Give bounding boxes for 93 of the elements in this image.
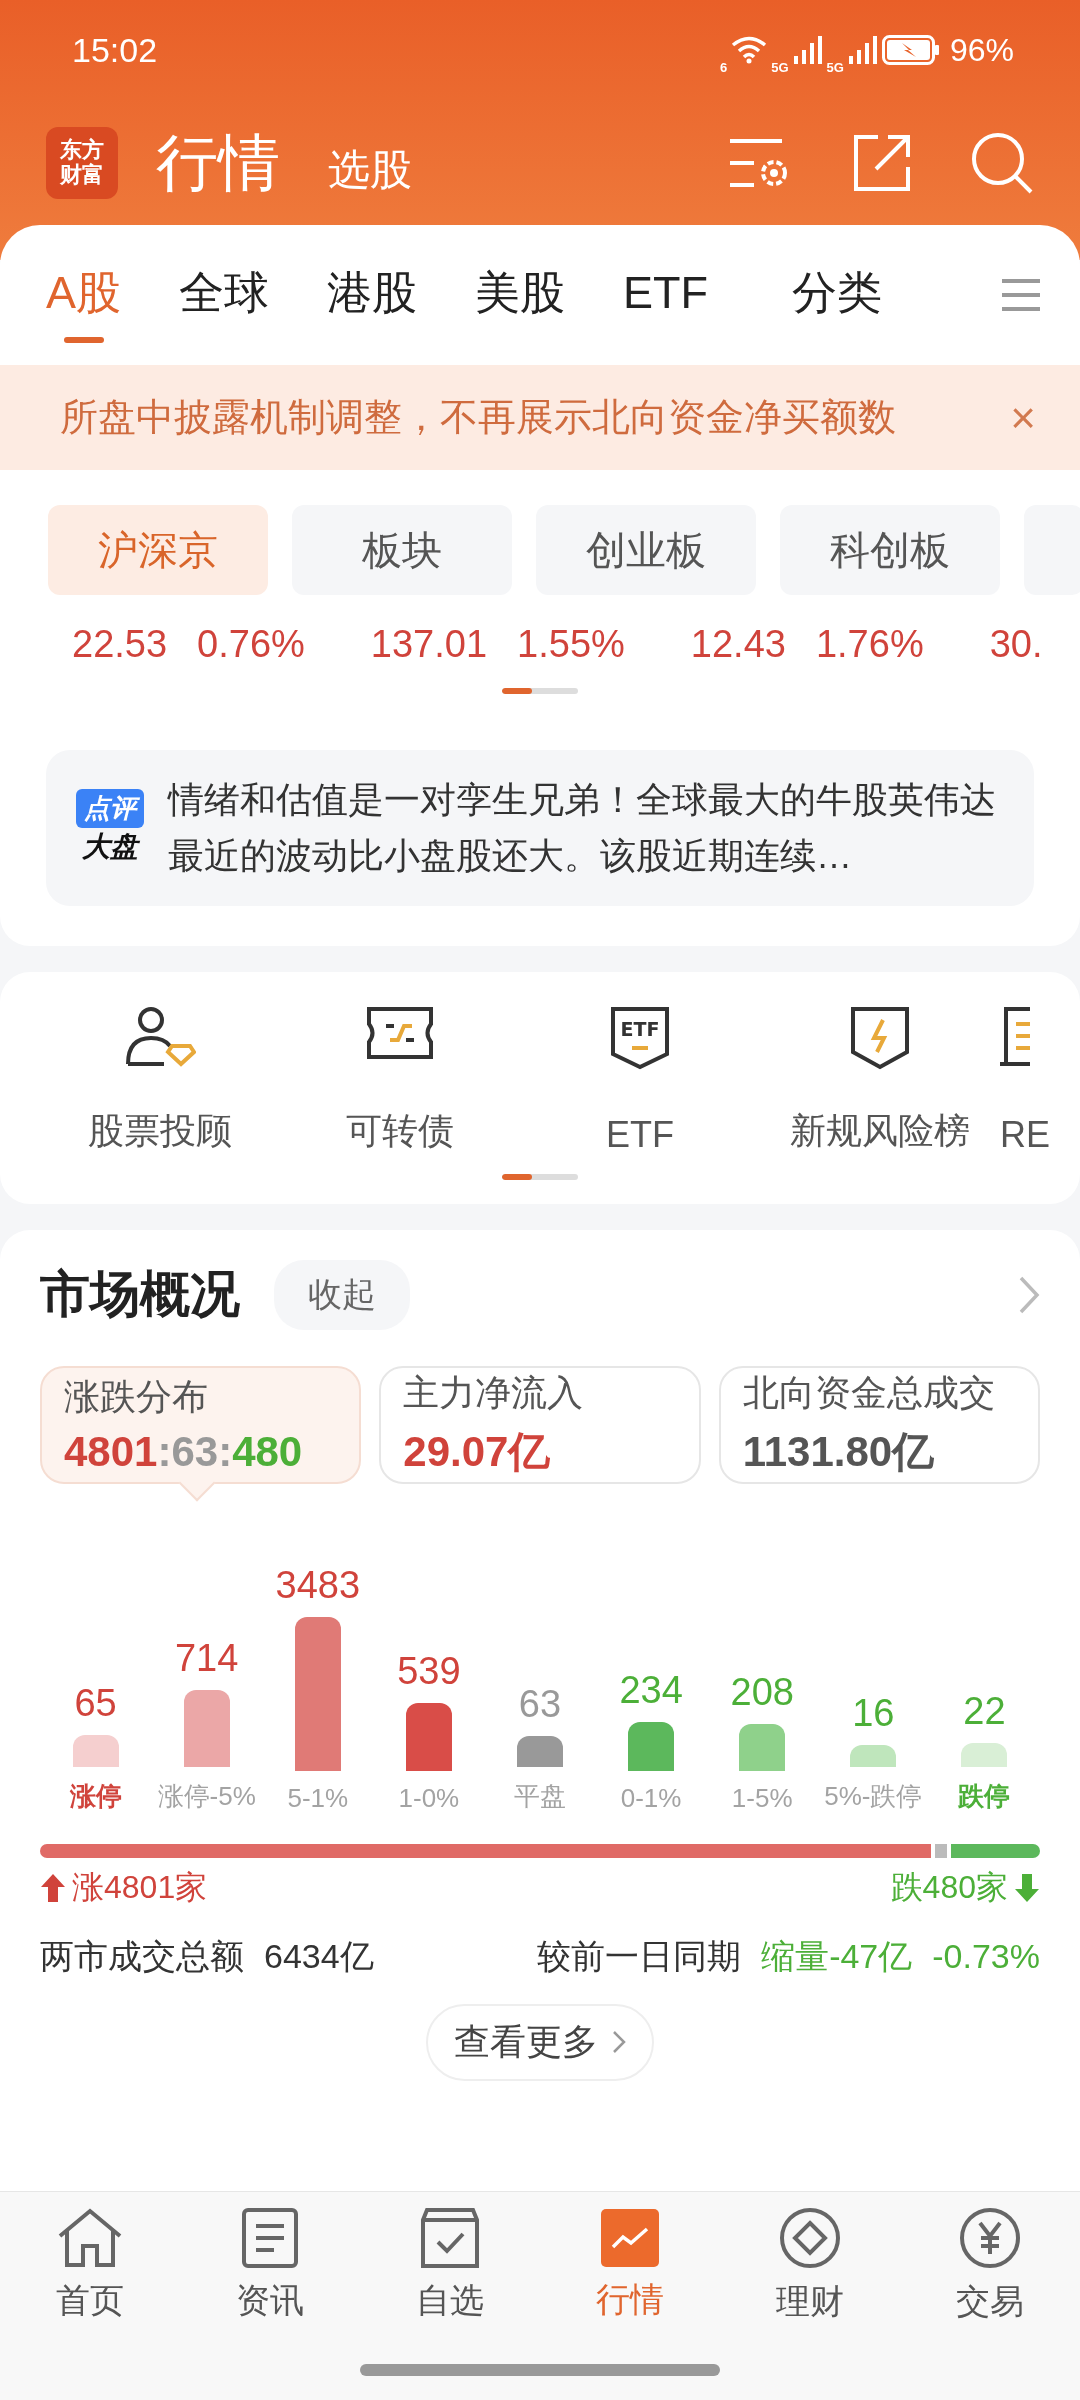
network-label: 5G	[826, 59, 844, 75]
stat-label: 涨跌分布	[64, 1375, 209, 1420]
search-icon[interactable]	[970, 130, 1034, 195]
shortcut-item[interactable]: 股票投顾	[40, 1005, 280, 1156]
bar-value: 714	[174, 1637, 239, 1681]
down-arrow-icon	[1014, 1872, 1040, 1903]
nav-item[interactable]: 交易	[900, 2207, 1080, 2325]
percent-change: -0.73%	[932, 1937, 1040, 1977]
trend-chart-icon	[601, 2209, 659, 2267]
status-time: 15:02	[72, 30, 158, 70]
market-tab[interactable]: 美股	[475, 247, 565, 343]
commentary-text: 情绪和估值是一对孪生兄弟！全球最大的牛股英伟达最近的波动比小盘股还大。该股近期连续…	[168, 778, 997, 878]
stat-card[interactable]: 主力净流入 29.07亿	[379, 1365, 701, 1484]
index-change: 1.76%	[815, 623, 924, 666]
collapse-button[interactable]: 收起	[274, 1259, 410, 1330]
stat-value: 4801:63:480	[64, 1428, 304, 1477]
index-chip[interactable]: 板块	[292, 505, 512, 595]
bar-label: 5-1%	[287, 1782, 349, 1814]
nav-item[interactable]: 首页	[0, 2208, 180, 2324]
etf-shield-icon: ETF	[610, 1005, 670, 1070]
bar-label: 5%-跌停	[824, 1779, 923, 1813]
battery-icon	[881, 35, 940, 65]
signal-icon	[792, 36, 823, 64]
document-icon	[242, 2208, 298, 2268]
wifi-icon	[731, 36, 768, 64]
bar-label: 0-1%	[620, 1782, 682, 1814]
checkbox-icon	[421, 2208, 479, 2268]
turnover-label: 两市成交总额	[40, 1935, 244, 1977]
ticket-icon	[366, 1005, 434, 1060]
up-arrow-icon	[40, 1872, 66, 1903]
index-chip[interactable]: 科创板	[780, 505, 1000, 595]
bar-label: 1-5%	[731, 1782, 793, 1814]
market-tab[interactable]: 港股	[327, 247, 417, 343]
network-label: 5G	[771, 59, 789, 75]
market-tab[interactable]: ETF	[623, 251, 708, 339]
section-title: 市场概况	[40, 1265, 240, 1325]
index-chip[interactable]: 创业板	[536, 505, 756, 595]
nav-item[interactable]: 自选	[360, 2208, 540, 2324]
index-price: 22.53	[72, 623, 168, 666]
market-tab[interactable]: 分类	[792, 247, 882, 343]
nav-item[interactable]: 资讯	[180, 2208, 360, 2324]
signal-icon	[847, 36, 878, 64]
bar-value: 3483	[275, 1563, 361, 1607]
bar-label: 平盘	[514, 1779, 566, 1813]
see-more-button[interactable]: 查看更多	[426, 2003, 654, 2081]
diamond-circle-icon	[779, 2207, 841, 2269]
bar-value: 16	[852, 1692, 895, 1735]
fall-count: 跌480家	[890, 1867, 1008, 1907]
breadth-segment	[935, 1843, 947, 1858]
index-price: 30.	[989, 623, 1043, 666]
stat-value: 1131.80亿	[742, 1427, 936, 1478]
index-price: 12.43	[690, 623, 786, 666]
lightning-shield-icon	[850, 1005, 910, 1070]
share-icon[interactable]	[852, 132, 912, 193]
chevron-right-icon[interactable]	[1018, 1274, 1040, 1315]
index-change: 1.55%	[517, 623, 625, 666]
home-icon	[57, 2208, 123, 2268]
yen-circle-icon	[959, 2207, 1021, 2269]
market-tab[interactable]: 全球	[179, 247, 269, 343]
commentary-card[interactable]: 点评 大盘 情绪和估值是一对孪生兄弟！全球最大的牛股英伟达最近的波动比小盘股还大。该股近期连续…	[46, 750, 1034, 906]
stat-card[interactable]: 北向资金总成交 1131.80亿	[718, 1365, 1040, 1484]
bar-label: 1-0%	[398, 1782, 460, 1814]
menu-icon[interactable]	[1002, 278, 1040, 312]
shortcut-item[interactable]: 新规风险榜	[760, 1005, 1000, 1156]
stat-label: 北向资金总成交	[742, 1371, 996, 1416]
bar-value: 539	[397, 1649, 461, 1693]
shortcut-item[interactable]: 可转债	[280, 1005, 520, 1156]
bar-label: 跌停	[958, 1779, 1011, 1813]
nav-item[interactable]: 理财	[720, 2207, 900, 2325]
bar-value: 65	[74, 1682, 117, 1726]
chevron-right-icon	[612, 2030, 626, 2055]
volume-change: 缩量-47亿	[761, 1935, 913, 1977]
stat-label: 主力净流入	[403, 1371, 585, 1416]
notice-text: 所盘中披露机制调整，不再展示北向资金净买额数	[60, 395, 896, 440]
page-title: 行情	[156, 126, 280, 199]
person-diamond-icon	[124, 1005, 196, 1068]
app-logo: 东方 财富	[46, 126, 118, 199]
bar-label: 涨停-5%	[157, 1779, 256, 1813]
bar-value: 234	[619, 1668, 683, 1712]
index-price: 137.01	[370, 623, 488, 666]
bar-value: 22	[963, 1690, 1006, 1734]
wifi-label: 6	[720, 59, 728, 75]
bar-label: 涨停	[69, 1779, 122, 1813]
rise-count: 涨4801家	[72, 1867, 208, 1907]
bar-value: 63	[518, 1682, 562, 1726]
shortcut-item[interactable]: ETF ETF	[520, 1005, 760, 1156]
battery-level: 96%	[949, 31, 1014, 69]
turnover-value: 6434亿	[264, 1935, 374, 1977]
compare-label: 较前一日同期	[537, 1935, 742, 1977]
shortcut-item[interactable]: RE	[1000, 1005, 1060, 1156]
stat-value: 29.07亿	[403, 1427, 552, 1478]
index-change: 0.76%	[197, 623, 305, 666]
bar-value: 208	[730, 1670, 794, 1714]
